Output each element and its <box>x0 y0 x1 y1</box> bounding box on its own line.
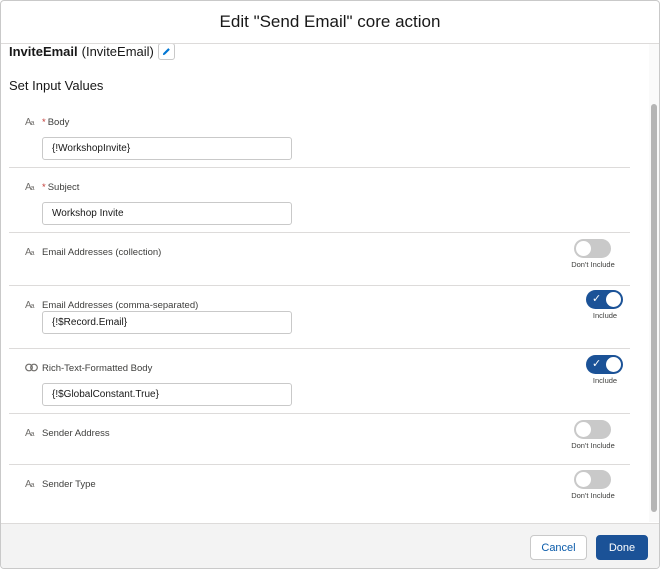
subject-input[interactable]: Workshop Invite <box>42 202 292 225</box>
field-label: Email Addresses (comma-separated) <box>42 300 199 311</box>
modal-header: Edit "Send Email" core action <box>1 1 659 44</box>
text-type-icon: Aa <box>25 428 35 439</box>
field-row-subject: Aa * Subject Workshop Invite <box>9 168 630 233</box>
modal-footer: Cancel Done <box>1 523 659 568</box>
text-type-icon: Aa <box>25 479 35 490</box>
checkmark-icon: ✓ <box>592 358 602 370</box>
modal-title: Edit "Send Email" core action <box>219 12 441 31</box>
email-comma-input[interactable]: {!$Record.Email} <box>42 311 292 334</box>
toggle-knob <box>576 241 591 256</box>
field-row-sender-address: Aa Sender Address Don't Include <box>9 414 630 465</box>
toggle-label: Don't Include <box>571 491 615 500</box>
field-label-text: Subject <box>47 182 80 193</box>
toggle-label: Include <box>592 311 618 320</box>
edit-action-modal: Edit "Send Email" core action InviteEmai… <box>0 0 660 569</box>
toggle-knob <box>576 472 591 487</box>
toggle-knob <box>576 422 591 437</box>
include-toggle[interactable] <box>574 239 611 258</box>
field-row-body: Aa * Body {!WorkshopInvite} <box>9 103 630 168</box>
field-label: * Subject <box>42 182 79 193</box>
cancel-button[interactable]: Cancel <box>530 535 587 560</box>
action-api-name: (InviteEmail) <box>81 44 154 59</box>
modal-body[interactable]: InviteEmail (InviteEmail) Set Input Valu… <box>1 44 659 522</box>
toggle-label: Include <box>592 376 618 385</box>
field-row-email-collection: Aa Email Addresses (collection) Don't In… <box>9 233 630 286</box>
text-type-icon: Aa <box>25 300 35 311</box>
field-row-rich-text: Rich-Text-Formatted Body {!$GlobalConsta… <box>9 349 630 414</box>
text-type-icon: Aa <box>25 247 35 258</box>
scrollbar-track[interactable] <box>649 44 659 522</box>
checkmark-icon: ✓ <box>592 293 602 305</box>
edit-name-button[interactable] <box>157 44 175 60</box>
include-toggle[interactable] <box>574 470 611 489</box>
include-toggle[interactable]: ✓ <box>586 355 623 374</box>
required-marker: * <box>42 117 46 128</box>
include-toggle[interactable] <box>574 420 611 439</box>
field-row-sender-type: Aa Sender Type Don't Include <box>9 465 630 517</box>
section-title: Set Input Values <box>9 78 104 93</box>
required-marker: * <box>42 182 46 193</box>
field-label-text: Body <box>47 117 70 128</box>
include-toggle[interactable]: ✓ <box>586 290 623 309</box>
field-label: Email Addresses (collection) <box>42 247 162 258</box>
body-input[interactable]: {!WorkshopInvite} <box>42 137 292 160</box>
toggle-label: Don't Include <box>571 441 615 450</box>
pencil-icon <box>162 48 170 56</box>
scrollbar-thumb[interactable] <box>651 104 657 512</box>
boolean-type-icon <box>25 363 38 372</box>
field-label: Rich-Text-Formatted Body <box>42 363 153 374</box>
action-name: InviteEmail (InviteEmail) <box>9 44 175 60</box>
field-label: Sender Address <box>42 428 110 439</box>
text-type-icon: Aa <box>25 117 35 128</box>
action-name-label: InviteEmail <box>9 44 78 59</box>
toggle-knob <box>606 357 621 372</box>
field-label: Sender Type <box>42 479 96 490</box>
toggle-label: Don't Include <box>571 260 615 269</box>
rich-text-input[interactable]: {!$GlobalConstant.True} <box>42 383 292 406</box>
toggle-knob <box>606 292 621 307</box>
done-button[interactable]: Done <box>596 535 648 560</box>
field-label: * Body <box>42 117 69 128</box>
field-row-email-comma: Aa Email Addresses (comma-separated) {!$… <box>9 286 630 349</box>
text-type-icon: Aa <box>25 182 35 193</box>
